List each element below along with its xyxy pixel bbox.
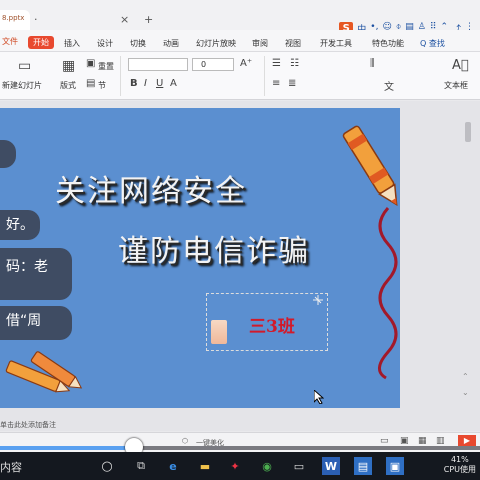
font-name-field[interactable] xyxy=(128,58,188,71)
app-icon[interactable]: ✦ xyxy=(226,457,244,475)
tab-animation[interactable]: 动画 xyxy=(163,38,179,49)
chat-bubble-text: 好。 xyxy=(6,217,34,233)
slide-title-line1[interactable]: 关注网络安全 xyxy=(55,166,247,210)
bold-icon[interactable]: B xyxy=(130,78,138,89)
chat-bubble[interactable]: 码：老 xyxy=(0,248,72,300)
word-icon[interactable]: W xyxy=(322,457,340,475)
notes-placeholder[interactable]: 单击此处添加备注 xyxy=(0,420,56,430)
new-tab-icon[interactable]: + xyxy=(144,13,153,26)
notes-icon[interactable]: ▭ xyxy=(380,436,389,446)
slide-title-line2[interactable]: 谨防电信诈骗 xyxy=(118,226,310,270)
ribbon: ▭ 新建幻灯片 ▦ 版式 ▣ 重置 ▤ 节 0 A⁺ B I U A ☰ ☷ ≡… xyxy=(0,52,480,100)
tab-view[interactable]: 视图 xyxy=(285,38,301,49)
tab-slideshow[interactable]: 幻灯片放映 xyxy=(196,38,236,49)
taskbar: 内容 ○ ⧉ e ▬ ✦ ◉ ▭ W ▤ ▣ 41% CPU使用 xyxy=(0,452,480,480)
close-icon[interactable]: × xyxy=(120,13,129,26)
screen-icon[interactable]: ▣ xyxy=(386,457,404,475)
section-icon[interactable]: ▤ xyxy=(86,78,95,89)
edge-icon[interactable]: e xyxy=(164,457,182,475)
cpu-label: CPU使用 xyxy=(443,465,476,474)
columns-icon[interactable]: ⫼ xyxy=(370,58,375,69)
italic-icon[interactable]: I xyxy=(144,78,147,89)
search-button[interactable]: Q 查找 xyxy=(420,38,445,49)
scroll-down-icon[interactable]: ⌄ xyxy=(462,388,469,397)
scroll-up-icon[interactable]: ⌃ xyxy=(462,372,469,381)
layout-icon[interactable]: ▦ xyxy=(62,58,75,74)
align-center-icon[interactable]: ≣ xyxy=(288,78,296,89)
class-label: 三3班 xyxy=(249,317,295,337)
cpu-monitor: 41% CPU使用 xyxy=(444,455,476,475)
cursor-icon xyxy=(314,390,324,404)
app-menu[interactable]: 文件 xyxy=(2,36,18,47)
file-explorer-icon[interactable]: ▬ xyxy=(196,457,214,475)
cpu-percent: 41% xyxy=(450,455,469,464)
bullets-icon[interactable]: ☰ xyxy=(272,58,281,69)
chat-bubble-text: 借“周 xyxy=(6,313,42,329)
beautify-icon[interactable]: ⬡ xyxy=(182,437,188,445)
vertical-scrollbar[interactable]: ⌃ ⌄ xyxy=(458,116,474,416)
wechat-icon[interactable]: ◉ xyxy=(258,457,276,475)
chat-bubble[interactable]: 好。 xyxy=(0,210,40,240)
tab-close-icon[interactable]: · xyxy=(34,13,38,26)
menu-bar: 文件 开始 插入 设计 切换 动画 幻灯片放映 审阅 视图 开发工具 特色功能 … xyxy=(0,30,480,52)
scrollbar-thumb[interactable] xyxy=(465,122,471,142)
class-textbox[interactable]: 三3班 xyxy=(206,293,328,351)
ribbon-separator xyxy=(264,56,265,96)
reset-button[interactable]: 重置 xyxy=(98,61,114,72)
textbox-icon[interactable]: A⃞ xyxy=(452,58,469,73)
ribbon-separator xyxy=(120,56,121,96)
video-progress-bar[interactable] xyxy=(0,446,480,450)
eraser-icon xyxy=(211,320,227,344)
numbering-icon[interactable]: ☷ xyxy=(290,58,299,69)
document-tab[interactable]: 8.pptx xyxy=(0,10,30,30)
font-color-icon[interactable]: A xyxy=(170,78,177,89)
tab-review[interactable]: 审阅 xyxy=(252,38,268,49)
grow-font-icon[interactable]: A⁺ xyxy=(240,58,252,69)
normal-view-icon[interactable]: ▣ xyxy=(400,436,409,446)
task-view-icon[interactable]: ⧉ xyxy=(132,457,150,475)
monitor-icon[interactable]: ▭ xyxy=(290,457,308,475)
tab-home[interactable]: 开始 xyxy=(28,36,54,49)
font-size-field[interactable]: 0 xyxy=(192,58,234,71)
textbox-button[interactable]: 文本框 xyxy=(444,80,468,91)
wavy-line xyxy=(378,207,398,380)
reading-view-icon[interactable]: ▥ xyxy=(436,436,445,446)
crayon-top-right xyxy=(342,125,398,207)
chat-bubble-text: 码：老 xyxy=(6,259,48,275)
video-progress-fill xyxy=(0,446,135,450)
chat-bubble[interactable]: 借“周 xyxy=(0,306,72,340)
cortana-icon[interactable]: ○ xyxy=(98,457,116,475)
reset-icon[interactable]: ▣ xyxy=(86,58,95,69)
title-bar: 8.pptx · × + S 中 •, ☺ ⌽ ▤ ♙ ⠿ ⌃ ⤴ ⋮ xyxy=(0,0,480,36)
align-left-icon[interactable]: ≡ xyxy=(272,78,280,89)
app-window-icon[interactable]: ▤ xyxy=(354,457,372,475)
font-size-value: 0 xyxy=(201,60,207,69)
document-tab-label: 8.pptx xyxy=(2,14,25,22)
tab-insert[interactable]: 插入 xyxy=(64,38,80,49)
taskbar-label: 内容 xyxy=(0,461,22,474)
layout-button[interactable]: 版式 xyxy=(60,80,76,91)
tab-design[interactable]: 设计 xyxy=(97,38,113,49)
new-slide-icon[interactable]: ▭ xyxy=(18,58,31,74)
tab-features[interactable]: 特色功能 xyxy=(372,38,404,49)
text-direction-icon[interactable]: 文 xyxy=(384,78,394,93)
tab-developer[interactable]: 开发工具 xyxy=(320,38,352,49)
tab-transition[interactable]: 切换 xyxy=(130,38,146,49)
section-button[interactable]: 节 xyxy=(98,80,106,91)
sorter-view-icon[interactable]: ▦ xyxy=(418,436,427,446)
new-slide-button[interactable]: 新建幻灯片 xyxy=(2,80,42,91)
underline-icon[interactable]: U xyxy=(156,78,163,89)
